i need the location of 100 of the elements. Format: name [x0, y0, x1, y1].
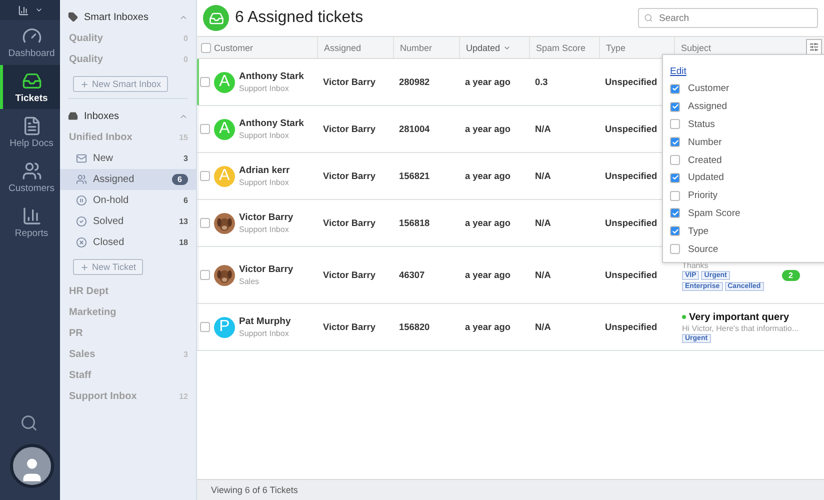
subject-preview: Hi Victor, Here's that informatio...: [682, 324, 800, 332]
sidebar-item[interactable]: Quality 0: [60, 28, 196, 49]
checkbox[interactable]: [200, 270, 210, 280]
checkbox[interactable]: [670, 172, 680, 183]
column-header[interactable]: Updated: [466, 42, 500, 52]
sidebar-item[interactable]: PR: [60, 323, 196, 344]
customer-name: Pat Murphy: [239, 316, 291, 327]
nav-icon: [22, 26, 42, 46]
section-title: Inboxes: [84, 110, 120, 122]
sidebar-item[interactable]: Sales 3: [60, 344, 196, 365]
table-cell: Victor Barry: [323, 77, 376, 87]
checkbox[interactable]: [670, 102, 680, 112]
user-avatar[interactable]: [10, 444, 54, 488]
table-cell: Victor Barry: [323, 270, 376, 280]
sidebar-item[interactable]: Assigned 6: [60, 169, 196, 190]
nav-item[interactable]: Tickets: [0, 65, 60, 109]
checkbox[interactable]: [200, 124, 210, 134]
item-icon: [76, 174, 87, 185]
checkbox[interactable]: [670, 190, 680, 201]
menu-option[interactable]: Type: [670, 222, 824, 240]
checkbox[interactable]: [670, 119, 680, 130]
table-cell: Unspecified: [605, 218, 658, 228]
new-button[interactable]: New Ticket: [73, 259, 144, 275]
sliders-icon: [809, 42, 819, 52]
checkbox[interactable]: [670, 137, 680, 148]
table-cell: Unspecified: [605, 77, 658, 87]
item-icon: [76, 237, 87, 248]
menu-option[interactable]: Priority: [670, 186, 824, 205]
menu-option[interactable]: Source: [670, 240, 824, 258]
nav-item[interactable]: Dashboard: [0, 20, 60, 64]
search-icon: [644, 13, 653, 23]
caret-icon[interactable]: [34, 6, 42, 14]
table-cell: Unspecified: [605, 270, 658, 280]
count: 18: [179, 238, 188, 247]
menu-option[interactable]: Number: [670, 133, 824, 152]
table-cell: N/A: [535, 124, 551, 134]
checkbox[interactable]: [670, 226, 680, 236]
sidebar-item[interactable]: Marketing: [60, 302, 196, 323]
checkbox[interactable]: [200, 171, 210, 181]
sidebar-item[interactable]: Staff: [60, 365, 196, 386]
checkbox[interactable]: [201, 42, 211, 52]
count: 13: [179, 217, 188, 226]
column-header[interactable]: Type: [606, 42, 626, 52]
avatar: P: [214, 316, 235, 338]
count: 6: [184, 196, 188, 205]
checkbox[interactable]: [670, 208, 680, 218]
edit-link[interactable]: Edit: [670, 66, 686, 77]
sidebar-item[interactable]: Support Inbox 12: [60, 386, 196, 407]
avatar: A: [214, 118, 235, 140]
table-cell: 156821: [399, 171, 430, 181]
sidebar-item[interactable]: New 3: [60, 148, 196, 169]
sidebar-item[interactable]: Solved 13: [60, 211, 196, 232]
sidebar-item[interactable]: HR Dept: [60, 281, 196, 302]
nav-icon: [22, 70, 42, 90]
column-header[interactable]: Customer: [214, 42, 254, 52]
column-header[interactable]: Subject: [681, 42, 712, 52]
nav-item[interactable]: Reports: [0, 200, 60, 244]
column-header[interactable]: Assigned: [324, 42, 362, 52]
nav-item[interactable]: Customers: [0, 155, 60, 199]
menu-option[interactable]: Assigned: [670, 98, 824, 116]
sidebar-item[interactable]: Closed 18: [60, 232, 196, 253]
menu-option[interactable]: Customer: [670, 80, 824, 98]
menu-option[interactable]: Updated: [670, 168, 824, 187]
table-cell: a year ago: [465, 270, 510, 280]
menu-option[interactable]: Status: [670, 116, 824, 134]
checkbox[interactable]: [200, 322, 210, 332]
new-button[interactable]: New Smart Inbox: [73, 76, 168, 92]
plus-icon: [80, 262, 89, 272]
section-icon: [68, 12, 78, 22]
subject-title: Very important query: [689, 312, 790, 322]
inbox-name: Support Inbox: [239, 329, 290, 338]
columns-button[interactable]: [806, 39, 822, 55]
checkbox[interactable]: [200, 218, 210, 228]
column-header[interactable]: Number: [400, 42, 432, 52]
search-box[interactable]: Search: [638, 8, 818, 28]
customer-name: Victor Barry: [239, 264, 294, 275]
checkbox[interactable]: [200, 77, 210, 87]
checkbox[interactable]: [670, 155, 680, 166]
sidebar-item[interactable]: On-hold 6: [60, 190, 196, 211]
search-icon[interactable]: [20, 414, 38, 432]
item-icon: [76, 153, 87, 164]
checkbox[interactable]: [670, 244, 680, 254]
inbox-name: Support Inbox: [239, 178, 290, 187]
checkbox[interactable]: [670, 84, 680, 94]
search-field[interactable]: Search: [656, 12, 812, 24]
table-cell: Unspecified: [605, 322, 658, 332]
column-header[interactable]: Spam Score: [536, 42, 586, 52]
menu-option[interactable]: Created: [670, 151, 824, 169]
plus-icon: [80, 80, 89, 88]
avatar: A: [214, 72, 235, 92]
menu-option[interactable]: Spam Score: [670, 204, 824, 222]
sidebar-item[interactable]: Unified Inbox 15: [60, 127, 196, 148]
logo-icon[interactable]: [18, 4, 28, 16]
nav-item[interactable]: Help Docs: [0, 110, 60, 154]
table-cell: Unspecified: [605, 124, 658, 134]
count-pill: 2: [782, 270, 800, 280]
sidebar-item[interactable]: Quality 0: [60, 49, 196, 70]
nav-icon: [22, 206, 42, 226]
table-cell: Victor Barry: [323, 171, 376, 181]
table-cell: 46307: [399, 270, 425, 280]
